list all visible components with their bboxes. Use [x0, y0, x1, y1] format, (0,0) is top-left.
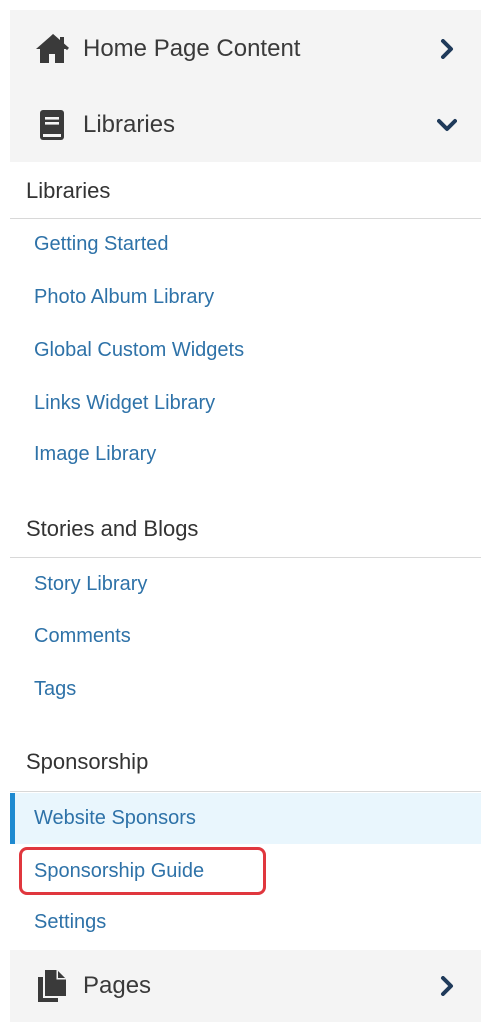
- menu-libraries-label: Libraries: [83, 111, 176, 138]
- book-icon: [32, 105, 72, 145]
- nav-website-sponsors[interactable]: Website Sponsors: [10, 793, 481, 844]
- menu-home-label: Home Page Content: [83, 35, 301, 62]
- nav-image-library[interactable]: Image Library: [10, 444, 481, 464]
- menu-pages[interactable]: Pages: [10, 950, 481, 1022]
- menu-libraries[interactable]: Libraries: [10, 88, 481, 162]
- chevron-right-icon: [437, 976, 457, 996]
- nav-settings[interactable]: Settings: [10, 912, 481, 932]
- home-icon: [32, 29, 72, 69]
- nav-global-custom-widgets[interactable]: Global Custom Widgets: [10, 340, 481, 360]
- nav-tags[interactable]: Tags: [10, 679, 481, 699]
- nav-story-library[interactable]: Story Library: [10, 574, 481, 594]
- nav-links-widget-library[interactable]: Links Widget Library: [10, 393, 481, 413]
- nav-photo-album-library[interactable]: Photo Album Library: [10, 287, 481, 307]
- section-sponsorship-title: Sponsorship: [10, 734, 481, 792]
- sidebar-nav: Home Page Content Libraries Libraries Ge…: [10, 0, 481, 1030]
- menu-home-page-content[interactable]: Home Page Content: [10, 10, 481, 88]
- chevron-right-icon: [437, 39, 457, 59]
- section-libraries-title: Libraries: [10, 162, 481, 219]
- chevron-down-icon: [437, 115, 457, 135]
- highlight-outline: [19, 847, 266, 895]
- nav-comments[interactable]: Comments: [10, 626, 481, 646]
- section-stories-title: Stories and Blogs: [10, 502, 481, 558]
- nav-getting-started[interactable]: Getting Started: [10, 234, 481, 254]
- pages-icon: [32, 966, 72, 1006]
- menu-pages-label: Pages: [83, 972, 152, 999]
